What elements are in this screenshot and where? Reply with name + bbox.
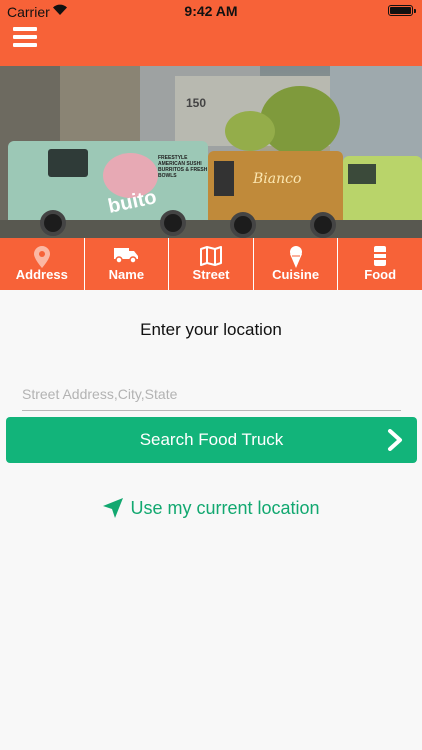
search-button-label: Search Food Truck [139, 430, 284, 449]
search-food-truck-button[interactable]: Search Food Truck [6, 417, 417, 463]
hero-food-truck-photo: 150 FREESTYLE AMERICAN SUSHI BURRITOS & … [0, 66, 422, 238]
app-header: Carrier 9:42 AM [0, 0, 422, 66]
truck-brand-2: Bianco [253, 171, 302, 187]
tab-street[interactable]: Street [169, 238, 254, 290]
truck-slogan: FREESTYLE AMERICAN SUSHI BURRITOS & FRES… [158, 155, 208, 179]
battery-icon [388, 5, 416, 16]
building-number: 150 [186, 96, 207, 110]
food-truck-light [343, 156, 422, 228]
clock: 9:42 AM [184, 3, 238, 19]
location-arrow-icon [103, 498, 124, 518]
current-location-label: Use my current location [130, 497, 320, 518]
tab-address[interactable]: Address [0, 238, 85, 290]
search-mode-tabs: Address Name Street Cuisine Food [0, 238, 422, 290]
tab-food[interactable]: Food [338, 238, 422, 290]
tab-cuisine[interactable]: Cuisine [254, 238, 339, 290]
chevron-right-icon [387, 429, 403, 456]
tab-name[interactable]: Name [85, 238, 170, 290]
location-prompt: Enter your location [140, 320, 282, 339]
ice-cream-icon [289, 246, 303, 273]
use-current-location-link[interactable]: Use my current location [0, 494, 422, 522]
drink-can-icon [373, 246, 387, 271]
location-search-input[interactable] [22, 377, 401, 411]
status-bar: Carrier 9:42 AM [0, 0, 422, 22]
hamburger-menu-icon[interactable] [13, 27, 37, 47]
map-icon [199, 246, 222, 271]
truck-icon [114, 246, 139, 269]
tab-name-label: Name [108, 267, 145, 282]
map-pin-icon [33, 246, 50, 273]
